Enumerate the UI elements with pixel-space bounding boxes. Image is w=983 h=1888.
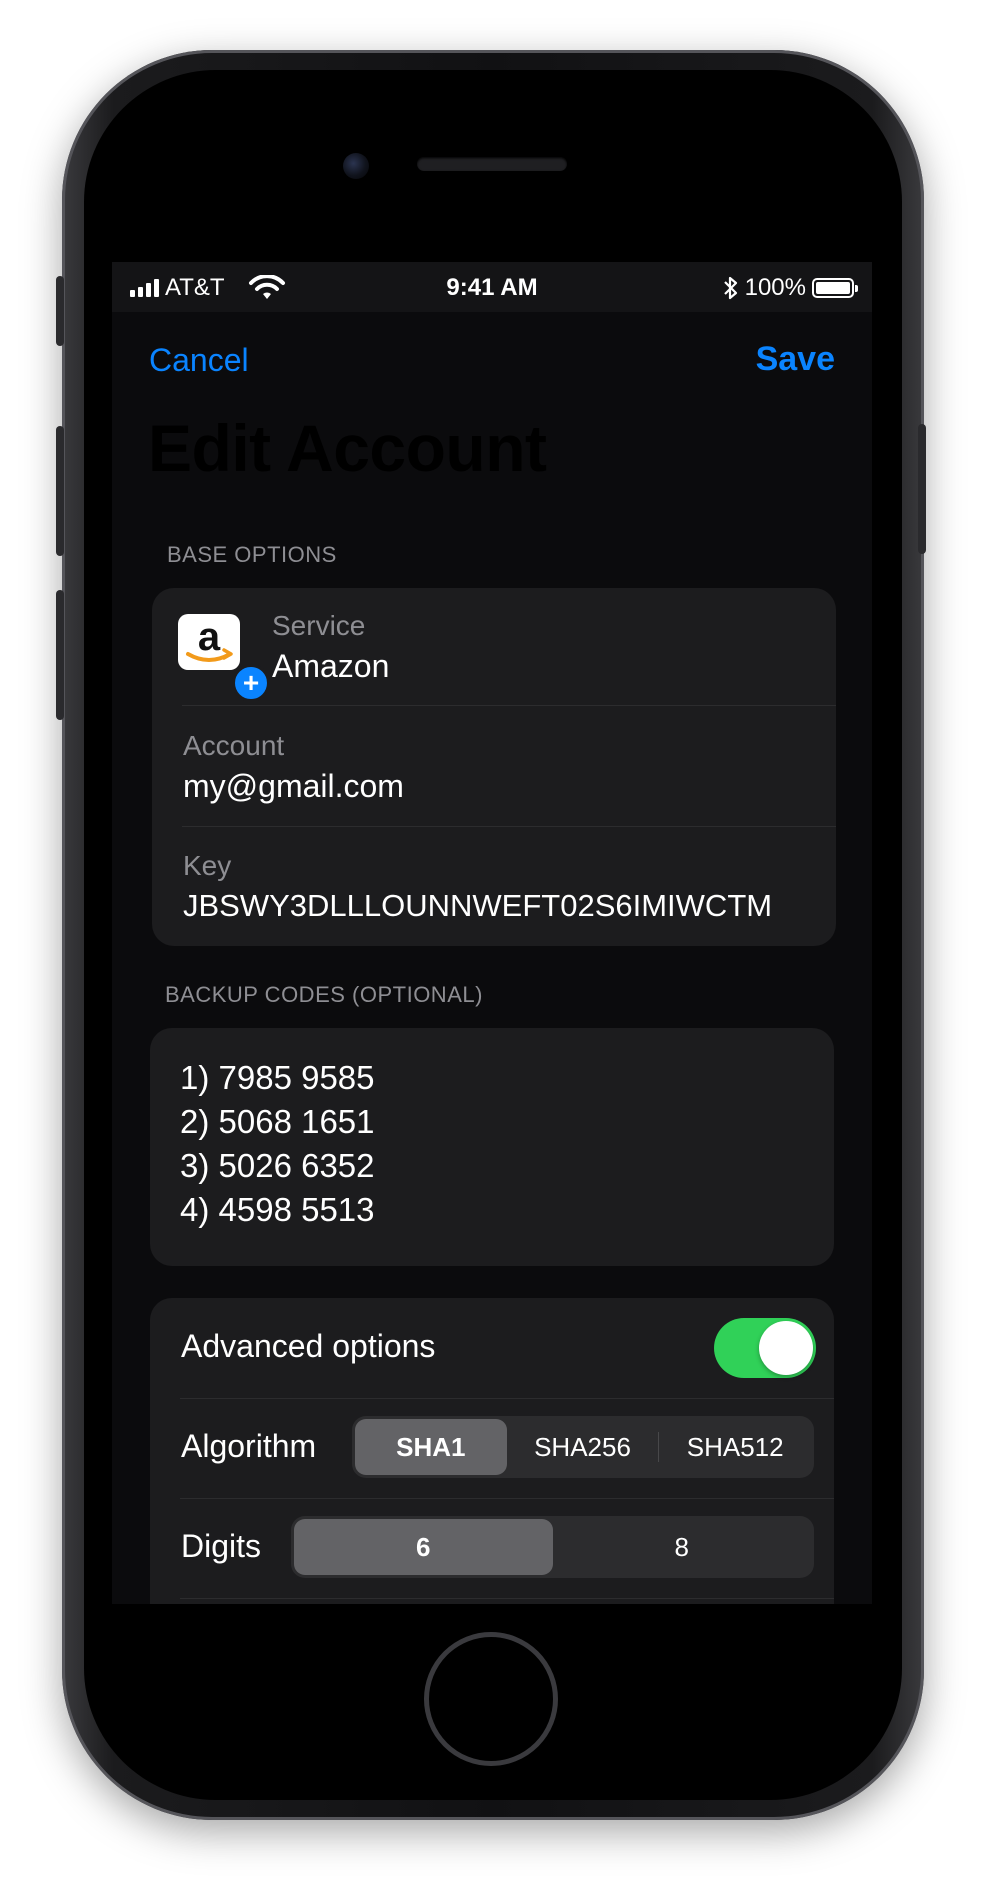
segment-sha256[interactable]: SHA256 [507, 1419, 659, 1475]
divider [182, 705, 836, 706]
backup-code: 4) 4598 5513 [180, 1191, 375, 1228]
volume-up-button [56, 426, 64, 556]
advanced-options-card: Advanced options Algorithm SHA1 SHA256 S… [150, 1298, 834, 1604]
service-label: Service [272, 610, 366, 641]
advanced-clip: Advanced options Algorithm SHA1 SHA256 S… [112, 1290, 872, 1604]
status-bar: AT&T 9:41 AM 100% [112, 262, 872, 312]
segment-digits-8[interactable]: 8 [553, 1519, 812, 1575]
key-field[interactable]: JBSWY3DLLLOUNNWEFT02S6IMIWCTM [183, 888, 772, 924]
mute-switch [56, 276, 64, 346]
algorithm-label: Algorithm [181, 1428, 317, 1464]
advanced-options-toggle[interactable] [714, 1318, 816, 1378]
bluetooth-icon [723, 276, 737, 300]
account-label: Account [183, 730, 285, 761]
digits-label: Digits [181, 1528, 262, 1564]
add-icon-badge[interactable]: + [232, 664, 270, 702]
battery-percent: 100% [744, 274, 806, 301]
base-options-header: BASE OPTIONS [167, 542, 337, 567]
page-title: Edit Account [148, 411, 547, 485]
front-camera [343, 153, 369, 179]
service-value[interactable]: Amazon [272, 648, 389, 685]
backup-code: 1) 7985 9585 [180, 1059, 375, 1096]
cancel-button[interactable]: Cancel [149, 342, 249, 379]
divider [180, 1598, 834, 1599]
volume-down-button [56, 590, 64, 720]
segment-digits-6[interactable]: 6 [294, 1519, 553, 1575]
base-options-card: a + Service Amazon Account my@gmail.com … [152, 588, 836, 946]
divider [182, 826, 836, 827]
status-right-group: 100% [723, 274, 858, 302]
backup-code: 2) 5068 1651 [180, 1103, 375, 1140]
digits-segmented-control[interactable]: 6 8 [291, 1516, 814, 1578]
backup-codes-header: BACKUP CODES (OPTIONAL) [165, 982, 483, 1007]
divider [180, 1498, 834, 1499]
divider [180, 1398, 834, 1399]
earpiece-speaker [417, 157, 567, 171]
backup-codes-card[interactable]: 1) 7985 9585 2) 5068 1651 3) 5026 6352 4… [150, 1028, 834, 1266]
key-label: Key [183, 850, 232, 881]
backup-code: 3) 5026 6352 [180, 1147, 375, 1184]
toggle-knob [759, 1321, 813, 1375]
amazon-logo-icon: a [186, 615, 233, 662]
save-button[interactable]: Save [756, 340, 835, 379]
battery-icon [812, 278, 858, 298]
power-button [918, 424, 926, 554]
algorithm-segmented-control[interactable]: SHA1 SHA256 SHA512 [352, 1416, 814, 1478]
home-button[interactable] [424, 1632, 558, 1766]
amazon-icon[interactable]: a + [178, 614, 270, 702]
advanced-options-label: Advanced options [181, 1328, 436, 1364]
segment-sha512[interactable]: SHA512 [659, 1419, 811, 1475]
segment-sha1[interactable]: SHA1 [355, 1419, 507, 1475]
svg-text:a: a [198, 615, 221, 659]
account-field[interactable]: my@gmail.com [183, 768, 404, 805]
backup-codes-text[interactable]: 1) 7985 9585 2) 5068 1651 3) 5026 6352 4… [180, 1056, 375, 1232]
